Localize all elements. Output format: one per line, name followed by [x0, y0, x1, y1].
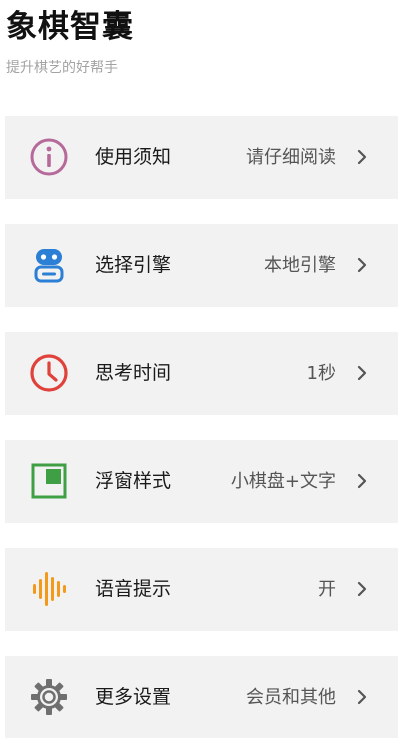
chevron-right-icon	[354, 365, 370, 381]
menu-item-label: 思考时间	[95, 362, 172, 384]
menu-item-thinking-time[interactable]: 思考时间 1秒	[5, 332, 398, 415]
settings-screen: 象棋智囊 提升棋艺的好帮手 使用须知 请仔细阅读 选择引擎 本地引擎 思考时间 …	[0, 0, 400, 738]
chevron-right-icon	[354, 581, 370, 597]
chevron-right-icon	[354, 149, 370, 165]
menu-item-value: 会员和其他	[246, 687, 336, 708]
chevron-right-icon	[354, 257, 370, 273]
menu-item-engine[interactable]: 选择引擎 本地引擎	[5, 224, 398, 307]
gear-icon	[29, 677, 69, 717]
menu-item-more-settings[interactable]: 更多设置 会员和其他	[5, 656, 398, 738]
menu-item-label: 语音提示	[95, 578, 172, 600]
app-title: 象棋智囊	[6, 9, 134, 45]
menu-item-value: 小棋盘+文字	[230, 471, 336, 492]
menu-item-label: 使用须知	[95, 146, 172, 168]
sound-wave-icon	[29, 569, 69, 609]
chevron-right-icon	[354, 473, 370, 489]
app-subtitle: 提升棋艺的好帮手	[6, 60, 118, 76]
menu-item-value: 本地引擎	[264, 255, 336, 276]
menu-item-label: 更多设置	[95, 686, 172, 708]
settings-menu: 使用须知 请仔细阅读 选择引擎 本地引擎 思考时间 1秒 浮窗样式 小棋盘+文字…	[5, 116, 398, 738]
clock-icon	[29, 353, 69, 393]
menu-item-label: 选择引擎	[95, 254, 172, 276]
menu-item-value: 请仔细阅读	[246, 147, 336, 168]
menu-item-value: 1秒	[306, 363, 336, 384]
floating-window-icon	[29, 461, 69, 501]
menu-item-value: 开	[318, 579, 336, 600]
robot-icon	[29, 245, 69, 285]
chevron-right-icon	[354, 689, 370, 705]
menu-item-voice-prompt[interactable]: 语音提示 开	[5, 548, 398, 631]
menu-item-usage-notice[interactable]: 使用须知 请仔细阅读	[5, 116, 398, 199]
menu-item-label: 浮窗样式	[95, 470, 172, 492]
menu-item-floating-window-style[interactable]: 浮窗样式 小棋盘+文字	[5, 440, 398, 523]
info-icon	[29, 137, 69, 177]
